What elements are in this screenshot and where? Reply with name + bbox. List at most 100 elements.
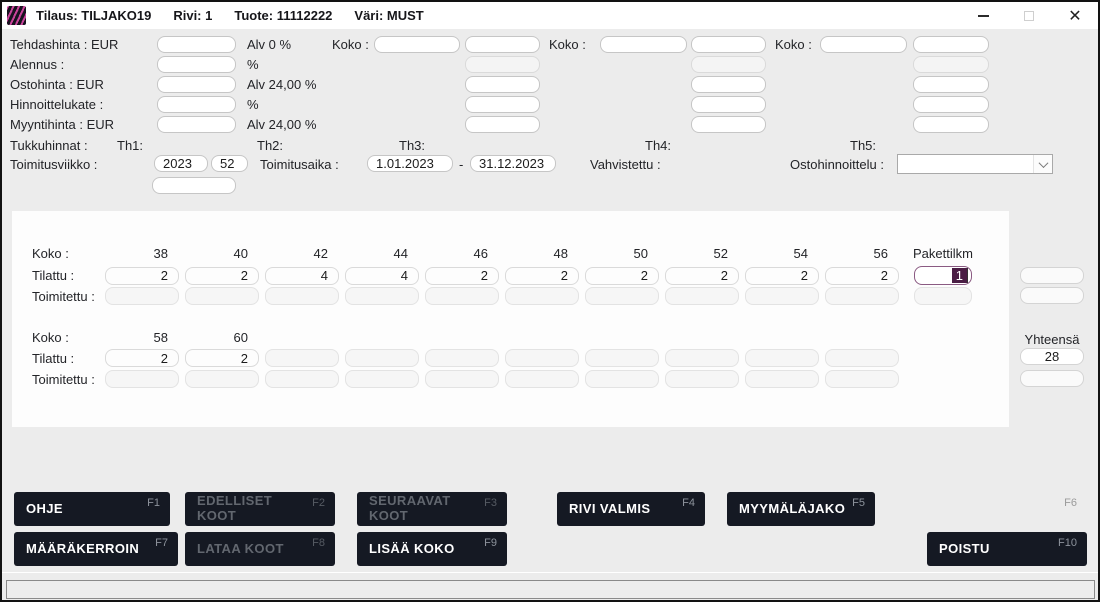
percent-label: % — [247, 56, 259, 73]
size-header-row-1: Koko : 38 40 42 44 46 48 50 52 54 56 Pak… — [12, 246, 985, 261]
size-header: 42 — [265, 246, 339, 261]
th3-label: Th3: — [399, 137, 425, 154]
koko-row-label: Koko : — [12, 246, 105, 261]
toimitettu-input — [265, 370, 339, 388]
koko2-col-input[interactable] — [691, 96, 766, 113]
pakettilkm-input[interactable]: 1 — [914, 266, 972, 285]
fkey-label: F8 — [312, 537, 325, 549]
yhteensa-toimitettu-input — [1020, 370, 1084, 387]
koko3-input[interactable] — [820, 36, 907, 53]
tilattu-row-2: Tilattu : — [12, 349, 905, 367]
toimitettu-input — [185, 370, 259, 388]
toimitettu-input — [665, 370, 739, 388]
ostohinta-input[interactable] — [157, 76, 236, 93]
alennus-label: Alennus : — [10, 56, 64, 73]
toimitettu-input — [585, 370, 659, 388]
tilattu-input[interactable] — [345, 267, 419, 285]
koko2-col-input[interactable] — [691, 36, 766, 53]
toimitettu-row-label: Toimitettu : — [12, 372, 105, 387]
tilattu-input[interactable] — [825, 267, 899, 285]
myyntihinta-input[interactable] — [157, 116, 236, 133]
app-window: Tilaus: TILJAKO19 Rivi: 1 Tuote: 1111222… — [0, 0, 1100, 602]
tilattu-input[interactable] — [665, 267, 739, 285]
myyntihinta-label: Myyntihinta : EUR — [10, 116, 114, 133]
tilattu-input[interactable] — [105, 267, 179, 285]
tilattu-input[interactable] — [185, 349, 259, 367]
toimitettu-input — [745, 370, 819, 388]
tilattu-input — [745, 349, 819, 367]
tilattu-input — [825, 349, 899, 367]
f6-placeholder: F6 — [927, 492, 1087, 526]
size-header: 60 — [185, 330, 259, 345]
koko3-col-input[interactable] — [913, 36, 989, 53]
koko2-col-input[interactable] — [691, 116, 766, 133]
size-header: 46 — [425, 246, 499, 261]
toimitettu-input — [345, 370, 419, 388]
title-rivi: Rivi: 1 — [173, 8, 212, 23]
maarakerroin-button[interactable]: MÄÄRÄKERROIN F7 — [14, 532, 178, 566]
hinnoittelukate-input[interactable] — [157, 96, 236, 113]
lisaa-koko-button[interactable]: LISÄÄ KOKO F9 — [357, 532, 507, 566]
tilattu-row-1: Tilattu : 1 — [12, 266, 972, 285]
koko1-input[interactable] — [374, 36, 460, 53]
th5-label: Th5: — [850, 137, 876, 154]
ostohinnoittelu-select[interactable] — [897, 154, 1053, 174]
tilattu-input[interactable] — [185, 267, 259, 285]
koko1-col-input[interactable] — [465, 96, 540, 113]
toimitettu-row-1: Toimitettu : — [12, 287, 972, 305]
toimitettu-row-label: Toimitettu : — [12, 289, 105, 304]
toimitettu-input — [425, 287, 499, 305]
koko1-col-input[interactable] — [465, 76, 540, 93]
status-message — [6, 580, 1095, 599]
toimitettu-input — [505, 287, 579, 305]
tilattu-input[interactable] — [425, 267, 499, 285]
toimitusviikko-week-input[interactable] — [211, 155, 248, 172]
yhteensa-input[interactable] — [1020, 348, 1084, 365]
size-panel — [12, 211, 1009, 427]
size-header: 50 — [585, 246, 659, 261]
fkey-label: F1 — [147, 497, 160, 509]
fkey-label: F9 — [484, 537, 497, 549]
toimitettu-row-2: Toimitettu : — [12, 370, 905, 388]
title-bar: Tilaus: TILJAKO19 Rivi: 1 Tuote: 1111222… — [2, 2, 1098, 29]
toimitusaika-end-input[interactable] — [470, 155, 556, 172]
rivi-valmis-button[interactable]: RIVI VALMIS F4 — [557, 492, 705, 526]
tilattu-input[interactable] — [585, 267, 659, 285]
tilattu-input[interactable] — [105, 349, 179, 367]
tilattu-input[interactable] — [265, 267, 339, 285]
tilattu-input[interactable] — [505, 267, 579, 285]
toimitusaika-label: Toimitusaika : — [260, 156, 339, 173]
toimitettu-input — [745, 287, 819, 305]
koko1-col-input[interactable] — [465, 36, 540, 53]
tilattu-row-label: Tilattu : — [12, 351, 105, 366]
tehdashinta-input[interactable] — [157, 36, 236, 53]
toimitettu-input — [105, 370, 179, 388]
minimize-button[interactable] — [960, 2, 1006, 29]
tilattu-input — [425, 349, 499, 367]
percent-label: % — [247, 96, 259, 113]
koko1-label: Koko : — [332, 36, 369, 53]
alennus-input[interactable] — [157, 56, 236, 73]
toimitusviikko-year-input[interactable] — [154, 155, 208, 172]
koko3-col-input — [913, 56, 989, 73]
close-button[interactable]: ✕ — [1052, 2, 1098, 29]
size-header: 40 — [185, 246, 259, 261]
toimitettu-input — [185, 287, 259, 305]
koko1-col-input — [465, 56, 540, 73]
koko2-input[interactable] — [600, 36, 687, 53]
minimize-icon — [978, 15, 989, 17]
poistu-button[interactable]: POISTU F10 — [927, 532, 1087, 566]
fkey-label: F4 — [682, 497, 695, 509]
vahvistettu-label: Vahvistettu : — [590, 156, 661, 173]
ohje-button[interactable]: OHJE F1 — [14, 492, 170, 526]
koko3-col-input[interactable] — [913, 76, 989, 93]
th4-label: Th4: — [645, 137, 671, 154]
toimitusviikko-extra-input[interactable] — [152, 177, 236, 194]
koko1-col-input[interactable] — [465, 116, 540, 133]
myymalajako-button[interactable]: MYYMÄLÄJAKO F5 — [727, 492, 875, 526]
koko3-col-input[interactable] — [913, 116, 989, 133]
tilattu-input[interactable] — [745, 267, 819, 285]
toimitusaika-start-input[interactable] — [367, 155, 453, 172]
koko2-col-input[interactable] — [691, 76, 766, 93]
koko3-col-input[interactable] — [913, 96, 989, 113]
